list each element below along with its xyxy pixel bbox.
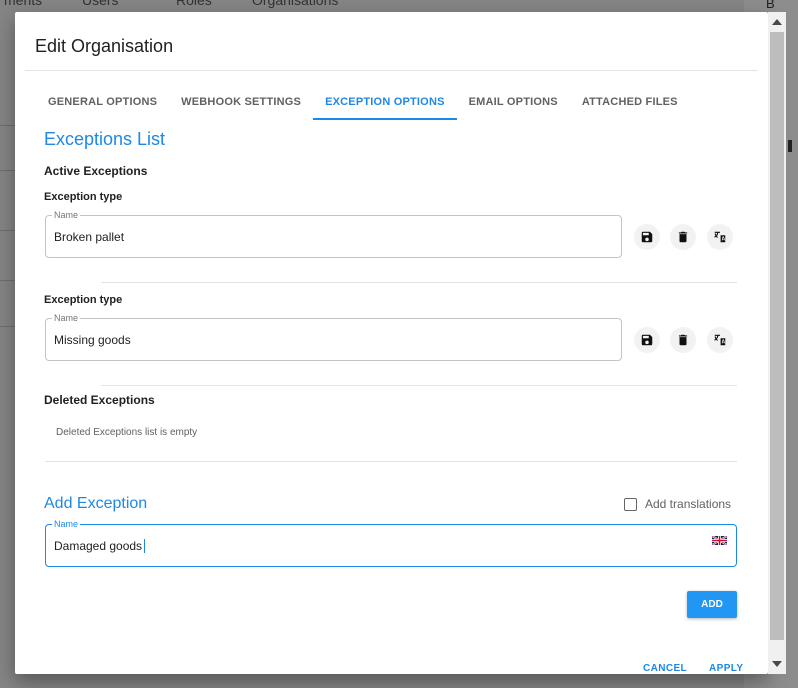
save-icon [641,231,653,243]
scrollbar-thumb[interactable] [770,32,784,640]
exception-type-label: Exception type [44,294,123,306]
delete-button[interactable] [670,327,696,353]
add-button[interactable]: ADD [687,591,737,618]
add-translations-toggle[interactable]: Add translations [624,497,731,511]
add-exception-heading: Add Exception [44,495,148,512]
delete-button[interactable] [670,224,696,250]
add-translations-label: Add translations [645,497,732,511]
exception-name-field[interactable]: Name Missing goods [45,313,622,361]
deleted-empty-message: Deleted Exceptions list is empty [56,427,198,438]
bg-divider [0,230,15,231]
tab-bar: GENERAL OPTIONS WEBHOOK SETTINGS EXCEPTI… [35,84,690,120]
tab-exception-options[interactable]: EXCEPTION OPTIONS [313,84,457,120]
bg-nav-item: ments [4,0,43,8]
tab-attached-files[interactable]: ATTACHED FILES [570,84,690,120]
active-exceptions-heading: Active Exceptions [44,164,148,178]
tab-general-options[interactable]: GENERAL OPTIONS [35,84,169,120]
bg-letter: B [766,0,775,11]
bg-divider [0,125,15,126]
row-divider [101,282,737,283]
add-translations-checkbox[interactable] [624,497,637,511]
translate-button[interactable] [707,224,733,250]
dialog-title: Edit Organisation [35,36,174,56]
exceptions-list-heading: Exceptions List [44,129,166,149]
save-button[interactable] [634,327,660,353]
bg-divider [0,326,15,327]
bg-nav-item: Users [82,0,119,8]
uk-flag-icon [712,536,727,545]
field-legend: Name [52,210,81,220]
field-legend: Name [52,313,81,323]
field-legend: Name [52,519,81,529]
row-divider [101,385,737,386]
bg-marker [788,140,792,152]
section-divider [45,461,737,462]
tab-webhook-settings[interactable]: WEBHOOK SETTINGS [169,84,313,120]
bg-divider [0,170,15,171]
dialog-scrollbar[interactable] [768,12,786,674]
field-value: Missing goods [54,333,131,347]
edit-organisation-dialog: Edit Organisation GENERAL OPTIONS WEBHOO… [15,12,768,674]
deleted-exceptions-heading: Deleted Exceptions [44,393,155,407]
translate-icon [714,334,726,346]
save-icon [641,334,653,346]
tab-email-options[interactable]: EMAIL OPTIONS [457,84,570,120]
exception-type-label: Exception type [44,191,123,203]
cancel-button[interactable]: CANCEL [643,663,687,674]
field-value: Damaged goods [54,539,146,553]
field-value-text: Damaged goods [54,539,143,553]
text-caret [144,539,146,553]
bg-nav-item: Roles [176,0,212,8]
translate-icon [714,231,726,243]
save-button[interactable] [634,224,660,250]
translate-button[interactable] [707,327,733,353]
exception-name-field[interactable]: Name Broken pallet [45,210,622,258]
title-divider [25,70,758,71]
apply-button[interactable]: APPLY [709,663,743,674]
background-nav: ments Users Roles Organisations [0,0,760,12]
bg-divider [0,280,15,281]
trash-icon [678,231,688,243]
scroll-up-arrow-icon[interactable] [772,19,782,25]
add-exception-name-input[interactable]: Name Damaged goods [45,519,737,567]
field-value: Broken pallet [54,230,125,244]
scroll-down-arrow-icon[interactable] [772,661,782,667]
trash-icon [678,334,688,346]
bg-nav-item: Organisations [252,0,339,8]
